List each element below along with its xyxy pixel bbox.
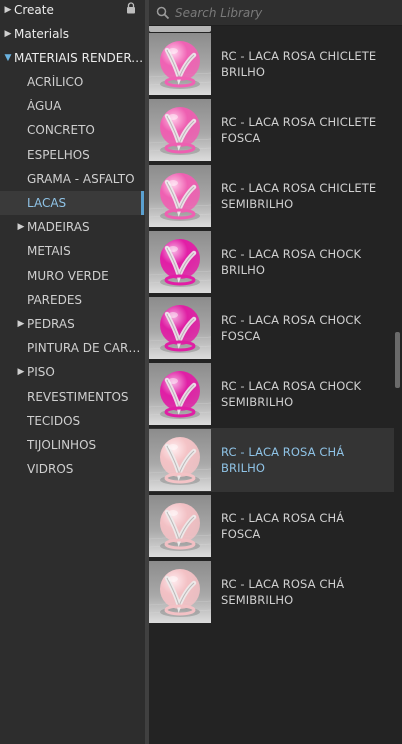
material-library-panel: RC - LACA ROSA CHICLETE BRILHO RC - LACA…: [149, 0, 402, 744]
tree-item-grama-asfalto[interactable]: GRAMA - ASFALTO: [0, 167, 145, 191]
tree-item-label: GRAMA - ASFALTO: [27, 172, 135, 186]
material-name: RC - LACA ROSA CHOCK BRILHO: [221, 247, 362, 277]
expand-arrow-icon[interactable]: ▶: [15, 319, 27, 329]
tree-item-tijolinhos[interactable]: TIJOLINHOS: [0, 433, 145, 457]
material-name: RC - LACA ROSA CHICLETE FOSCA: [221, 115, 377, 145]
tree-item-agua[interactable]: ÁGUA: [0, 94, 145, 118]
material-name: RC - LACA ROSA CHÁ BRILHO: [221, 445, 345, 475]
tree-item-metais[interactable]: METAIS: [0, 239, 145, 263]
material-list: RC - LACA ROSA CHICLETE BRILHO RC - LACA…: [149, 26, 394, 744]
material-name: RC - LACA ROSA CHOCK FOSCA: [221, 313, 362, 343]
tree-item-label: TECIDOS: [27, 414, 81, 428]
search-input[interactable]: [175, 5, 390, 20]
search-icon: [153, 3, 173, 23]
tree-item-label: VIDROS: [27, 462, 74, 476]
tree-item-label: MADEIRAS: [27, 220, 90, 234]
material-item[interactable]: RC - LACA ROSA CHOCK BRILHO: [149, 230, 394, 294]
material-preview-thumbnail: [149, 363, 211, 425]
material-item[interactable]: RC - LACA ROSA CHÁ SEMIBRILHO: [149, 560, 394, 624]
search-bar: [149, 0, 402, 26]
material-preview-thumbnail: [149, 165, 211, 227]
expand-arrow-icon[interactable]: ▶: [2, 5, 14, 15]
material-item[interactable]: RC - LACA ROSA CHICLETE FOSCA: [149, 98, 394, 162]
expand-arrow-icon[interactable]: ▶: [2, 29, 14, 39]
tree-item-vidros[interactable]: VIDROS: [0, 457, 145, 481]
material-preview-thumbnail: [149, 495, 211, 557]
tree-item-concreto[interactable]: CONCRETO: [0, 118, 145, 142]
tree-item-label: CONCRETO: [27, 123, 95, 137]
material-name: RC - LACA ROSA CHICLETE SEMIBRILHO: [221, 181, 377, 211]
selection-indicator: [141, 191, 144, 215]
tree-item-label: ACRÍLICO: [27, 75, 84, 89]
tree-item-label: METAIS: [27, 244, 71, 258]
vertical-scrollbar[interactable]: [394, 26, 402, 744]
material-name: RC - LACA ROSA CHÁ FOSCA: [221, 511, 345, 541]
tree-item-revestimentos[interactable]: REVESTIMENTOS: [0, 385, 145, 409]
tree-item-label: ÁGUA: [27, 99, 62, 113]
tree-item-label: Materials: [14, 27, 70, 41]
library-tree-panel: ▶ Create ▶ Materials ▼ MATERIAIS RENDERC…: [0, 0, 145, 744]
expand-arrow-icon[interactable]: ▶: [15, 222, 27, 232]
collapse-arrow-icon[interactable]: ▼: [2, 53, 14, 63]
material-preview-thumbnail: [149, 231, 211, 293]
tree-item-lacas[interactable]: LACAS: [0, 191, 145, 215]
tree-item-label: PAREDES: [27, 293, 83, 307]
material-preview-thumbnail: [149, 99, 211, 161]
tree-item-tecidos[interactable]: TECIDOS: [0, 409, 145, 433]
tree-item-materiais-rendercad[interactable]: ▼ MATERIAIS RENDERC...: [0, 46, 145, 70]
material-preview-thumbnail: [149, 561, 211, 623]
tree-item-muro-verde[interactable]: MURO VERDE: [0, 264, 145, 288]
expand-arrow-icon[interactable]: ▶: [15, 367, 27, 377]
material-item[interactable]: RC - LACA ROSA CHÁ FOSCA: [149, 494, 394, 558]
tree-item-label: TIJOLINHOS: [27, 438, 97, 452]
tree-item-pintura-de-carro[interactable]: PINTURA DE CARRO: [0, 336, 145, 360]
tree-item-label: PINTURA DE CARRO: [27, 341, 145, 355]
tree-item-label: MURO VERDE: [27, 269, 109, 283]
tree-item-madeiras[interactable]: ▶ MADEIRAS: [0, 215, 145, 239]
tree-item-label: MATERIAIS RENDERC...: [14, 51, 145, 65]
tree-item-acrilico[interactable]: ACRÍLICO: [0, 70, 145, 94]
tree-item-create[interactable]: ▶ Create: [0, 0, 145, 22]
material-item[interactable]: RC - LACA ROSA CHICLETE SEMIBRILHO: [149, 164, 394, 228]
tree-item-label: Create: [14, 3, 54, 17]
material-preview-thumbnail: [149, 429, 211, 491]
tree-item-pedras[interactable]: ▶ PEDRAS: [0, 312, 145, 336]
material-item-selected[interactable]: RC - LACA ROSA CHÁ BRILHO: [149, 428, 394, 492]
tree-item-label: ESPELHOS: [27, 148, 90, 162]
tree-item-label: LACAS: [27, 196, 67, 210]
tree-item-piso[interactable]: ▶ PISO: [0, 360, 145, 384]
material-preview-thumbnail: [149, 297, 211, 359]
material-name: RC - LACA ROSA CHICLETE BRILHO: [221, 49, 377, 79]
material-name: RC - LACA ROSA CHOCK SEMIBRILHO: [221, 379, 362, 409]
lock-icon: [127, 2, 135, 14]
tree-item-paredes[interactable]: PAREDES: [0, 288, 145, 312]
material-item[interactable]: RC - LACA ROSA CHOCK FOSCA: [149, 296, 394, 360]
material-preview-thumbnail: [149, 33, 211, 95]
scrollbar-thumb[interactable]: [395, 332, 400, 388]
material-item[interactable]: RC - LACA ROSA CHOCK SEMIBRILHO: [149, 362, 394, 426]
tree-item-label: PEDRAS: [27, 317, 75, 331]
tree-item-espelhos[interactable]: ESPELHOS: [0, 143, 145, 167]
tree-item-label: REVESTIMENTOS: [27, 390, 129, 404]
material-name: RC - LACA ROSA CHÁ SEMIBRILHO: [221, 577, 345, 607]
material-item[interactable]: RC - LACA ROSA CHICLETE BRILHO: [149, 32, 394, 96]
tree-item-materials[interactable]: ▶ Materials: [0, 22, 145, 46]
tree-item-label: PISO: [27, 365, 55, 379]
